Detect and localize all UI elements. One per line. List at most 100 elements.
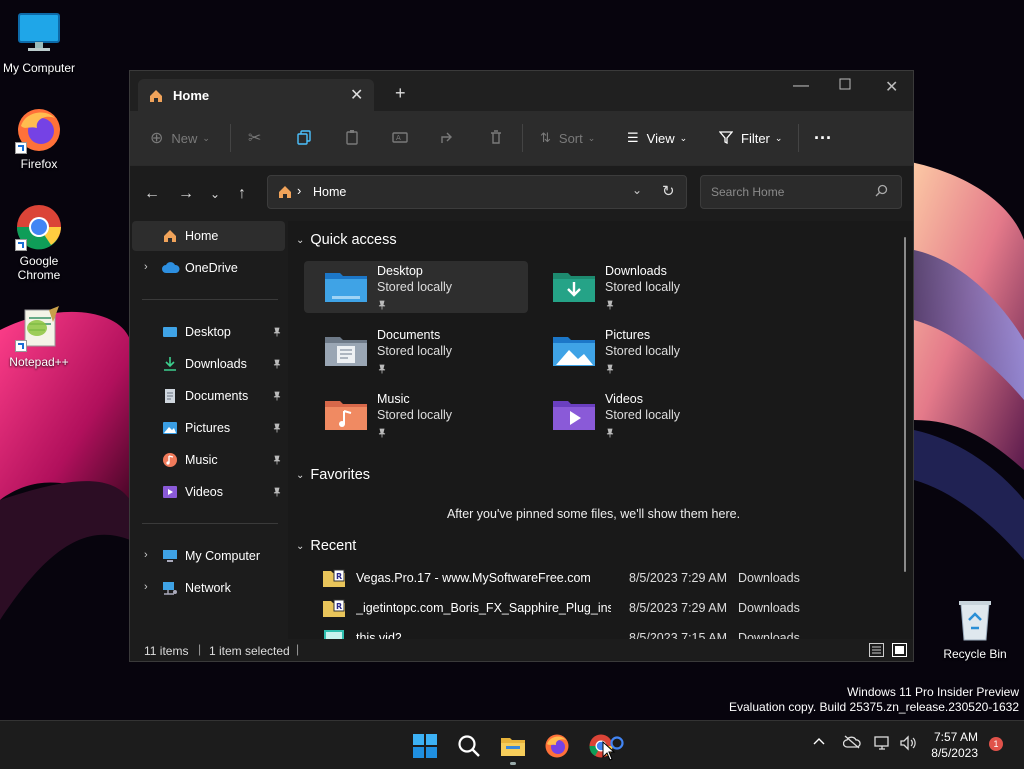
recent-row[interactable]: R Vegas.Pro.17 - www.MySoftwareFree.com … (323, 566, 883, 592)
picture-icon (162, 420, 178, 436)
system-clock[interactable]: 7:57 AM 8/5/2023 (931, 729, 978, 761)
sidebar-item-documents[interactable]: Documents (132, 381, 285, 411)
item-status: Stored locally (605, 408, 681, 422)
address-dropdown-chevron-icon[interactable]: ⌄ (632, 183, 642, 197)
home-icon (148, 88, 164, 109)
breadcrumb-separator-icon: › (297, 183, 302, 198)
quick-access-item-documents[interactable]: Documents Stored locally (304, 325, 528, 377)
desktop-icon-firefox[interactable]: Firefox (1, 106, 77, 171)
close-window-icon[interactable]: ✕ (885, 77, 898, 97)
sidebar-item-home[interactable]: Home (132, 221, 285, 251)
quick-access-header[interactable]: ⌄ Quick access (296, 232, 397, 248)
recent-locations-chevron-icon[interactable]: ⌄ (210, 188, 220, 200)
quick-access-item-music[interactable]: Music Stored locally (304, 389, 528, 441)
sidebar-item-desktop[interactable]: Desktop (132, 317, 285, 347)
delete-button[interactable] (488, 129, 504, 147)
notification-badge[interactable]: 1 (989, 737, 1003, 751)
back-arrow-icon[interactable]: ← (144, 186, 160, 202)
desktop-icon-notepad-plus-plus[interactable]: Notepad++ (1, 304, 77, 369)
filter-button[interactable]: Filter ⌄ (718, 129, 782, 147)
refresh-icon[interactable]: ↻ (662, 182, 675, 200)
videos-folder-icon (553, 401, 595, 430)
quick-access-item-downloads[interactable]: Downloads Stored locally (532, 261, 756, 313)
cut-button[interactable]: ✂ (248, 129, 261, 147)
show-hidden-icons-chevron-icon[interactable] (813, 735, 825, 751)
expand-chevron-icon[interactable]: › (144, 549, 148, 561)
new-button[interactable]: ⊕ New ⌄ (150, 129, 210, 147)
sidebar-item-onedrive[interactable]: › OneDrive (132, 253, 285, 283)
favorites-header[interactable]: ⌄ Favorites (296, 467, 370, 483)
sidebar-item-label: Network (185, 581, 231, 595)
expand-chevron-icon[interactable]: › (144, 581, 148, 593)
file-explorer-taskbar-button[interactable] (500, 733, 526, 765)
recent-row[interactable]: this.vid2 8/5/2023 7:15 AM Downloads (323, 626, 883, 639)
sort-button[interactable]: ⇅ Sort ⌄ (540, 129, 595, 147)
recycle-bin-icon (951, 596, 999, 644)
search-icon[interactable] (875, 184, 888, 202)
quick-access-item-pictures[interactable]: Pictures Stored locally (532, 325, 756, 377)
share-button[interactable] (440, 129, 456, 147)
expand-chevron-icon[interactable]: › (144, 261, 148, 273)
item-status: Stored locally (377, 344, 453, 358)
pin-icon (377, 361, 387, 379)
desktop-icon-my-computer[interactable]: My Computer (1, 10, 77, 75)
desktop-icon-recycle-bin[interactable]: Recycle Bin (937, 596, 1013, 661)
network-status-icon[interactable] (874, 735, 892, 756)
large-icons-view-icon[interactable] (892, 643, 907, 660)
svg-text:A: A (396, 134, 401, 142)
recent-name: this.vid2 (356, 631, 402, 639)
breadcrumb-home[interactable]: Home (313, 185, 346, 199)
archive-folder-icon: R (323, 599, 345, 617)
recent-title: Recent (310, 538, 357, 554)
downloads-folder-icon (553, 273, 595, 302)
firefox-icon (545, 734, 569, 758)
maximize-icon[interactable] (839, 77, 851, 95)
rename-button[interactable]: A (392, 129, 408, 147)
desktop-icon-google-chrome[interactable]: Google Chrome (1, 203, 77, 282)
start-button[interactable] (412, 733, 438, 759)
copy-button[interactable] (296, 129, 312, 147)
address-bar[interactable]: › Home ⌄ ↻ (267, 175, 687, 209)
content-pane: ⌄ Quick access Desktop Stored locally Do… (288, 221, 913, 639)
desktop-icon-label: Firefox (20, 157, 58, 171)
quick-access-item-desktop[interactable]: Desktop Stored locally (304, 261, 528, 313)
favorites-empty-message: After you've pinned some files, we'll sh… (446, 507, 741, 521)
vertical-scrollbar[interactable] (904, 237, 906, 572)
sidebar-item-videos[interactable]: Videos (132, 477, 285, 507)
recent-row[interactable]: R _igetintopc.com_Boris_FX_Sapphire_Plug… (323, 596, 883, 622)
search-button[interactable] (456, 733, 482, 759)
new-tab-icon[interactable]: + (395, 84, 406, 102)
sidebar-item-pictures[interactable]: Pictures (132, 413, 285, 443)
up-arrow-icon[interactable]: ↑ (238, 186, 246, 202)
quick-access-title: Quick access (310, 232, 397, 248)
firefox-taskbar-button[interactable] (544, 733, 570, 759)
paste-button[interactable] (344, 129, 360, 147)
clock-time: 7:57 AM (933, 730, 978, 744)
svg-text:R: R (336, 602, 342, 611)
sidebar-item-downloads[interactable]: Downloads (132, 349, 285, 379)
recent-header[interactable]: ⌄ Recent (296, 538, 356, 554)
tab-home[interactable]: Home ✕ (138, 79, 374, 111)
pin-icon (272, 422, 282, 436)
search-box[interactable] (700, 175, 902, 209)
sidebar-item-label: Music (185, 453, 218, 467)
forward-arrow-icon[interactable]: → (178, 186, 194, 202)
documents-folder-icon (325, 337, 367, 366)
sidebar-item-network[interactable]: › Network (132, 573, 285, 603)
view-button[interactable]: ☰ View ⌄ (627, 129, 687, 147)
sidebar-item-label: Documents (185, 389, 249, 403)
more-options-button[interactable]: ··· (814, 128, 832, 148)
search-input[interactable] (709, 184, 873, 200)
sidebar-item-music[interactable]: Music (132, 445, 285, 475)
minimize-icon[interactable]: — (793, 77, 809, 95)
close-tab-icon[interactable]: ✕ (350, 85, 363, 105)
volume-icon[interactable] (899, 735, 917, 756)
sidebar-item-my-computer[interactable]: › My Computer (132, 541, 285, 571)
onedrive-offline-icon[interactable] (842, 735, 861, 754)
music-note-icon (162, 452, 178, 468)
details-view-icon[interactable] (869, 643, 884, 660)
pictures-folder-icon (553, 337, 595, 366)
toolbar-divider (230, 124, 231, 152)
copy-icon (296, 129, 312, 148)
quick-access-item-videos[interactable]: Videos Stored locally (532, 389, 756, 441)
